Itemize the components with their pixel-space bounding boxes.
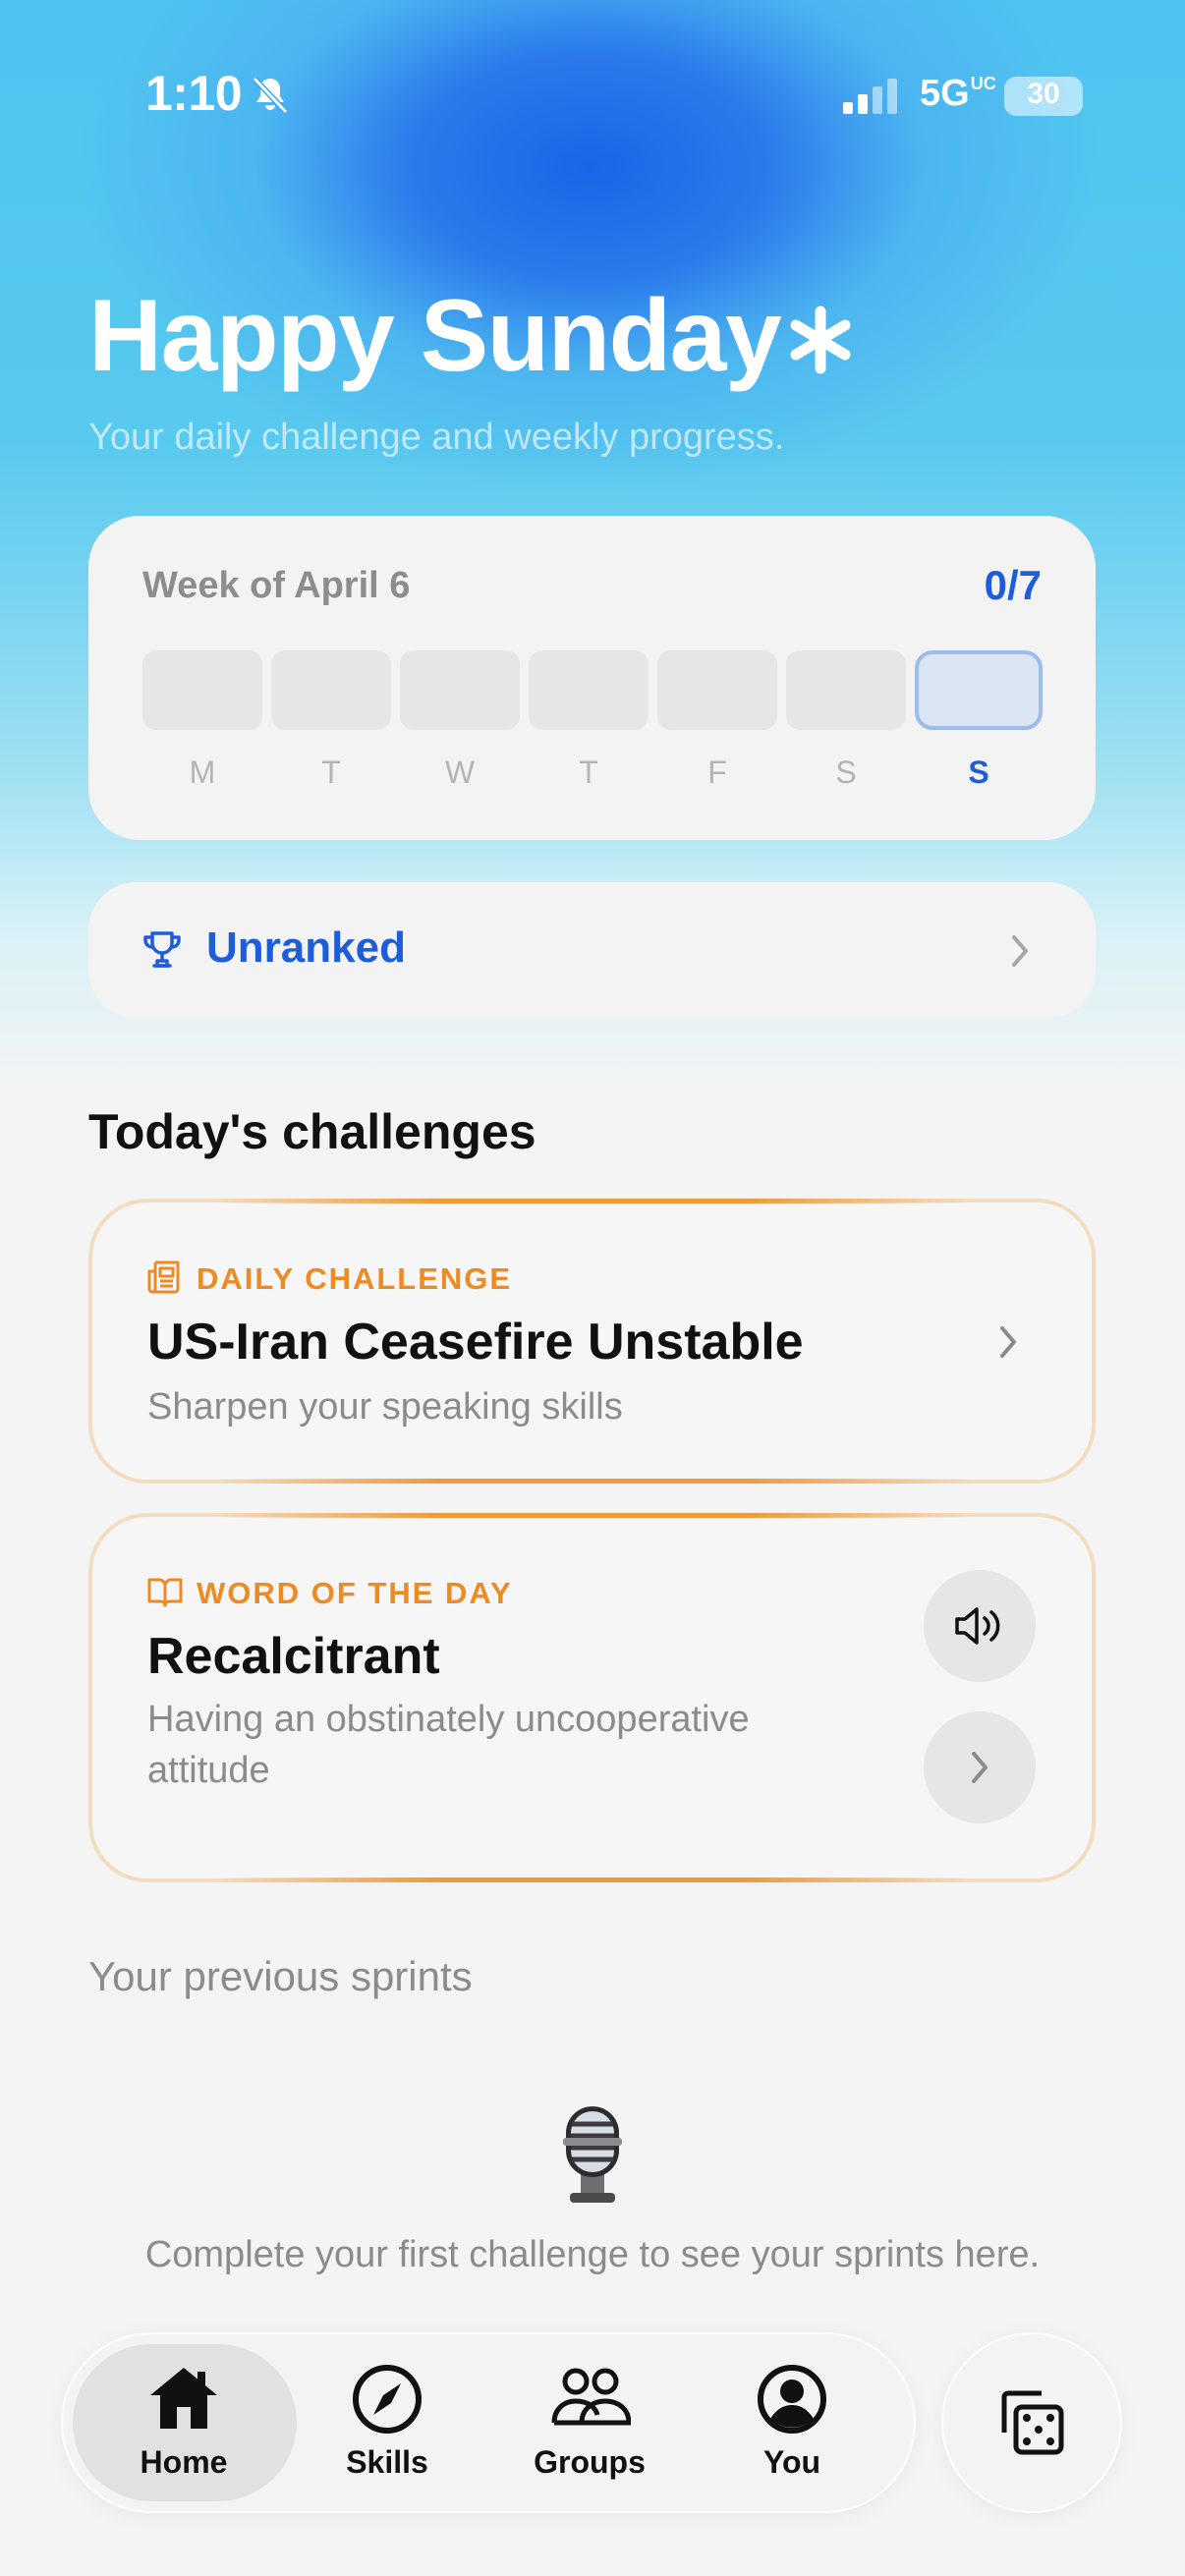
page-title-text: Happy Sunday: [88, 279, 782, 393]
status-time: 1:10: [145, 66, 243, 121]
sparkle-icon: [790, 306, 851, 373]
sprints-empty-message: Complete your first challenge to see you…: [144, 2234, 1041, 2275]
page-subtitle: Your daily challenge and weekly progress…: [88, 417, 785, 458]
week-day-label: F: [707, 755, 727, 790]
section-title-sprints: Your previous sprints: [88, 1953, 473, 1999]
word-of-day-definition-line1: Having an obstinately uncooperative: [147, 1699, 750, 1740]
week-day-label: S: [968, 755, 989, 790]
rank-label: Unranked: [206, 924, 406, 972]
speaker-icon: [955, 1607, 1000, 1645]
week-day-box: [786, 650, 906, 730]
nav-label-home: Home: [140, 2444, 228, 2480]
week-count: 0/7: [984, 562, 1042, 608]
word-of-day-card[interactable]: WORD OF THE DAY Recalcitrant Having an o…: [88, 1513, 1096, 1882]
word-of-day-title: Recalcitrant: [147, 1628, 440, 1685]
week-day-label: T: [321, 755, 341, 790]
chevron-right-icon: [1000, 1326, 1016, 1358]
network-label: 5G: [920, 73, 970, 114]
network-type: 5GUC: [920, 73, 996, 115]
week-day-box: [271, 650, 391, 730]
week-day-label: M: [189, 755, 216, 790]
people-icon: [551, 2368, 631, 2426]
week-day-box: [142, 650, 262, 730]
nav-label-you: You: [762, 2444, 821, 2480]
random-challenge-button[interactable]: [941, 2332, 1122, 2513]
chevron-right-icon: [1012, 935, 1028, 967]
book-icon: [147, 1578, 183, 1607]
nav-item-groups[interactable]: Groups: [501, 2358, 678, 2481]
daily-challenge-title: US-Iran Ceasefire Unstable: [147, 1314, 804, 1371]
trophy-icon: [143, 931, 181, 968]
chevron-right-icon: [972, 1752, 988, 1783]
signal-icon: [843, 79, 897, 114]
network-sup: UC: [970, 74, 996, 93]
nav-item-you[interactable]: You: [704, 2358, 880, 2481]
person-circle-icon: [758, 2365, 826, 2434]
daily-challenge-subtitle: Sharpen your speaking skills: [147, 1386, 623, 1428]
week-day-label: S: [835, 755, 857, 790]
page-title: Happy Sunday: [88, 278, 857, 395]
week-day-box: [915, 650, 1043, 730]
week-title: Week of April 6: [142, 565, 411, 606]
week-day-label: W: [444, 755, 476, 790]
newspaper-icon: [147, 1260, 180, 1294]
home-icon: [150, 2368, 217, 2429]
word-of-day-definition-line2: attitude: [147, 1750, 270, 1791]
bell-slash-icon: [252, 76, 289, 115]
week-day-box: [400, 650, 520, 730]
week-day-box: [657, 650, 777, 730]
battery-level: 30: [1027, 78, 1060, 110]
nav-item-home[interactable]: Home: [95, 2358, 272, 2481]
daily-challenge-card[interactable]: DAILY CHALLENGE US-Iran Ceasefire Unstab…: [88, 1199, 1096, 1484]
microphone-icon: [563, 2106, 622, 2203]
week-day-label: T: [579, 755, 598, 790]
nav-item-skills[interactable]: Skills: [299, 2358, 476, 2481]
word-details-button[interactable]: [924, 1711, 1036, 1823]
week-day-box: [529, 650, 649, 730]
nav-label-groups: Groups: [534, 2444, 646, 2480]
dice-icon: [1001, 2390, 1064, 2455]
pronounce-button[interactable]: [924, 1570, 1036, 1682]
section-title-challenges: Today's challenges: [88, 1104, 536, 1159]
compass-icon: [353, 2365, 422, 2434]
daily-challenge-tag: DAILY CHALLENGE: [197, 1261, 513, 1296]
nav-label-skills: Skills: [346, 2444, 428, 2480]
word-of-day-tag: WORD OF THE DAY: [197, 1576, 513, 1610]
